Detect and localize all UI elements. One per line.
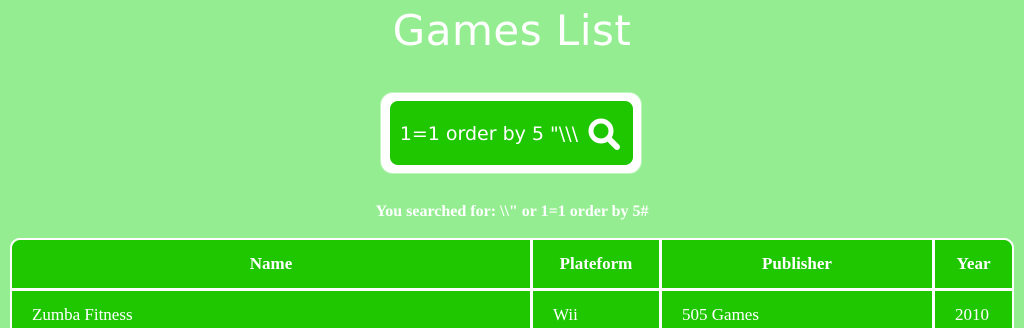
column-header-year[interactable]: Year (932, 240, 1012, 291)
column-header-platform[interactable]: Plateform (530, 240, 661, 291)
column-header-publisher[interactable]: Publisher (659, 240, 934, 291)
search-icon (588, 118, 620, 150)
search-input[interactable] (402, 114, 578, 154)
cell-publisher: 505 Games (659, 289, 934, 328)
column-header-name[interactable]: Name (12, 240, 532, 291)
cell-name: Zumba Fitness (32, 305, 133, 324)
table-header-row: Name Plateform Publisher Year (12, 240, 1012, 291)
games-table-grid: Name Plateform Publisher Year Zumba Fitn… (12, 240, 1012, 328)
search-button[interactable] (584, 114, 624, 154)
games-table: Name Plateform Publisher Year Zumba Fitn… (10, 238, 1014, 328)
table-row: Zumba Fitness Wii 505 Games 2010 (12, 289, 1012, 328)
page: Games List You searched for: \\" or 1=1 … (0, 0, 1024, 328)
search-result-text: You searched for: \\" or 1=1 order by 5# (375, 203, 649, 220)
page-title: Games List (392, 6, 632, 55)
cell-platform: Wii (530, 289, 661, 328)
cell-year: 2010 (932, 289, 1012, 328)
